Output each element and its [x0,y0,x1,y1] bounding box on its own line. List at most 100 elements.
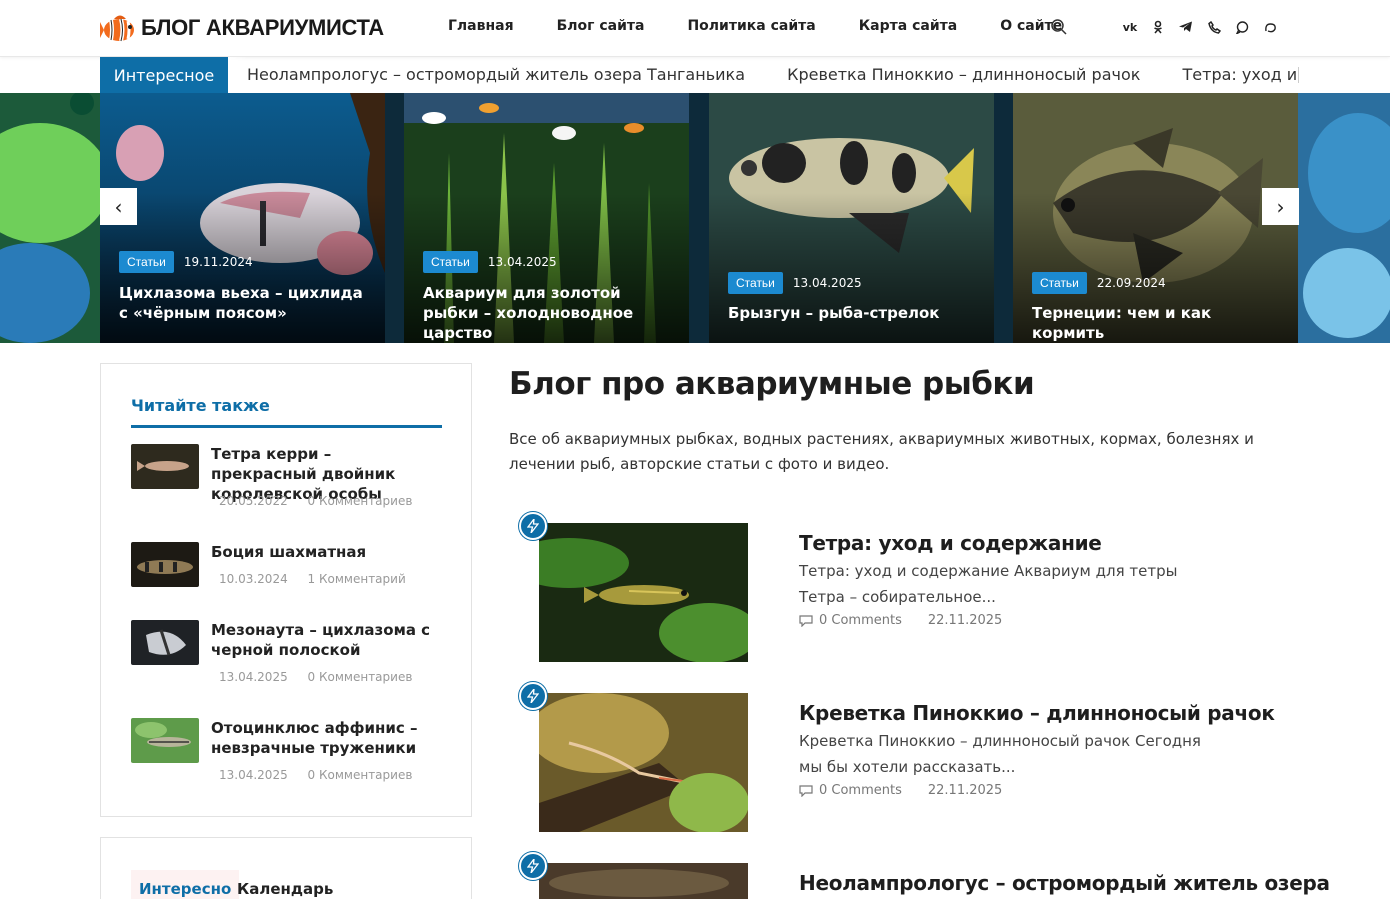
page-description: Все об аквариумных рыбках, водных растен… [509,430,1254,473]
comment-count[interactable]: 0 Comments [819,783,902,798]
post-card: Тетра: уход и содержание Тетра: уход и с… [519,512,1299,672]
carousel-slide[interactable]: Статьи 13.04.2025 Аквариум для золотой р… [404,93,689,343]
ticker-divider [1298,67,1299,83]
page-title: Блог про аквариумные рыбки [509,366,1035,402]
post-image[interactable] [539,523,748,662]
post-title[interactable]: Боция шахматная [211,542,441,562]
slide-date: 19.11.2024 [183,255,253,269]
comment-count[interactable]: 0 Comments [819,613,902,628]
category-badge[interactable]: Статьи [119,251,174,273]
fish-photo [1298,93,1390,343]
post-date: 22.11.2025 [927,613,1003,628]
slide-meta: Статьи 22.09.2024 [1032,272,1166,294]
post-excerpt: Креветка Пиноккио – длинноносый рачок Се… [799,732,1201,776]
lightning-icon [519,852,547,880]
fish-photo [0,93,100,343]
comment-count[interactable]: 0 Комментариев [308,670,413,684]
slide-title[interactable]: Брызгун – рыба-стрелок [728,303,976,323]
featured-carousel: Статьи 19.11.2024 Цихлазома вьеха – цихл… [0,93,1390,343]
post-date: 13.04.2025 [219,768,288,782]
carousel-next-button[interactable]: › [1262,188,1299,225]
site-logo[interactable]: БЛОГ АКВАРИУМИСТА [100,6,384,50]
carousel-slide[interactable]: Статьи 22.09.2024 Тернеции: чем и как ко… [1013,93,1298,343]
nav-policy[interactable]: Политика сайта [687,18,815,34]
read-also-widget: Читайте также Тетра керри – прекрасный д… [100,363,472,817]
category-badge[interactable]: Статьи [1032,272,1087,294]
odnoklassniki-icon[interactable] [1149,18,1167,36]
ticker-item[interactable]: Тетра: уход и содержание [1183,65,1301,84]
carousel-slide[interactable]: Статьи 19.11.2024 Цихлазома вьеха – цихл… [100,93,385,343]
comment-count[interactable]: 0 Комментариев [308,768,413,782]
post-thumbnail[interactable] [131,542,199,587]
post-date: 20.05.2022 [219,494,288,508]
category-badge[interactable]: Статьи [728,272,783,294]
whatsapp-icon[interactable] [1233,18,1251,36]
comment-count[interactable]: 1 Комментарий [308,572,406,586]
logo-text: БЛОГ АКВАРИУМИСТА [141,15,384,40]
widget-title-underline [131,425,442,428]
tab-interesting[interactable]: Интересно [131,870,240,899]
slide-title[interactable]: Тернеции: чем и как кормить [1032,303,1280,343]
widget-title: Читайте также [131,396,270,415]
post-thumbnail[interactable] [131,444,199,489]
nav-home[interactable]: Главная [448,18,514,34]
post-excerpt: Тетра: уход и содержание Аквариум для те… [799,562,1178,606]
post-image[interactable] [539,693,748,832]
post-card: Креветка Пиноккио – длинноносый рачок Кр… [519,682,1299,842]
post-title[interactable]: Мезонаута – цихлазома с черной полоской [211,620,441,660]
post-card: Неолампрологус – остромордый житель озер… [519,852,1330,899]
ticker-item[interactable]: Неолампрологус – остромордый житель озер… [247,65,745,84]
post-title[interactable]: Неолампрологус – остромордый житель озер… [799,871,1330,895]
post-date: 10.03.2024 [219,572,288,586]
post-title[interactable]: Тетра: уход и содержание [799,531,1102,555]
social-links: vk [1121,18,1289,36]
lightning-icon [519,682,547,710]
ticker-items: Неолампрологус – остромордый житель озер… [247,65,1300,84]
comment-icon [799,614,813,627]
post-meta: 10.03.2024 1 Комментарий [219,572,406,586]
carousel-slide[interactable]: Статьи 13.04.2025 Брызгун – рыба-стрелок [709,93,994,343]
slide-meta: Статьи 13.04.2025 [423,251,557,273]
lightning-icon [519,512,547,540]
nav-blog[interactable]: Блог сайта [557,18,645,34]
slide-date: 22.09.2024 [1096,276,1166,290]
post-meta: 20.05.2022 0 Комментариев [219,494,412,508]
category-badge[interactable]: Статьи [423,251,478,273]
viber-icon[interactable] [1205,18,1223,36]
post-title[interactable]: Креветка Пиноккио – длинноносый рачок [799,701,1275,725]
post-meta: 0 Comments 22.11.2025 [799,783,1002,798]
slide-title[interactable]: Аквариум для золотой рыбки – холодноводн… [423,283,671,343]
slide-date: 13.04.2025 [487,255,557,269]
slide-date: 13.04.2025 [792,276,862,290]
main-nav: Главная Блог сайта Политика сайта Карта … [448,18,1105,34]
max-icon[interactable] [1261,18,1279,36]
slide-title[interactable]: Цихлазома вьеха – цихлида с «чёрным пояс… [119,283,367,323]
ticker-item[interactable]: Креветка Пиноккио – длинноносый рачок [787,65,1140,84]
post-image[interactable] [539,863,748,899]
post-date: 13.04.2025 [219,670,288,684]
ticker-fade [228,57,248,93]
carousel-edge-right [1298,93,1390,343]
post-thumbnail[interactable] [131,718,199,763]
slide-meta: Статьи 13.04.2025 [728,272,862,294]
post-meta: 0 Comments 22.11.2025 [799,613,1002,628]
post-meta: 13.04.2025 0 Комментариев [219,768,412,782]
post-title[interactable]: Отоцинклюс аффинис – невзрачные труженик… [211,718,441,758]
telegram-icon[interactable] [1177,18,1195,36]
ticker-label: Интересное [100,57,228,93]
nav-sitemap[interactable]: Карта сайта [859,18,957,34]
post-date: 22.11.2025 [927,783,1003,798]
vk-icon[interactable]: vk [1121,18,1139,36]
slide-meta: Статьи 19.11.2024 [119,251,253,273]
news-ticker: Неолампрологус – остромордый житель озер… [100,57,1300,93]
tabs-widget: Интересно Календарь [100,837,472,899]
carousel-prev-button[interactable]: ‹ [100,188,137,225]
tab-calendar[interactable]: Календарь [229,870,341,899]
post-thumbnail[interactable] [131,620,199,665]
post-meta: 13.04.2025 0 Комментариев [219,670,412,684]
clownfish-logo-icon [100,15,134,42]
search-icon[interactable] [1050,18,1068,36]
comment-icon [799,784,813,797]
comment-count[interactable]: 0 Комментариев [308,494,413,508]
site-header: БЛОГ АКВАРИУМИСТА Главная Блог сайта Пол… [0,0,1390,57]
